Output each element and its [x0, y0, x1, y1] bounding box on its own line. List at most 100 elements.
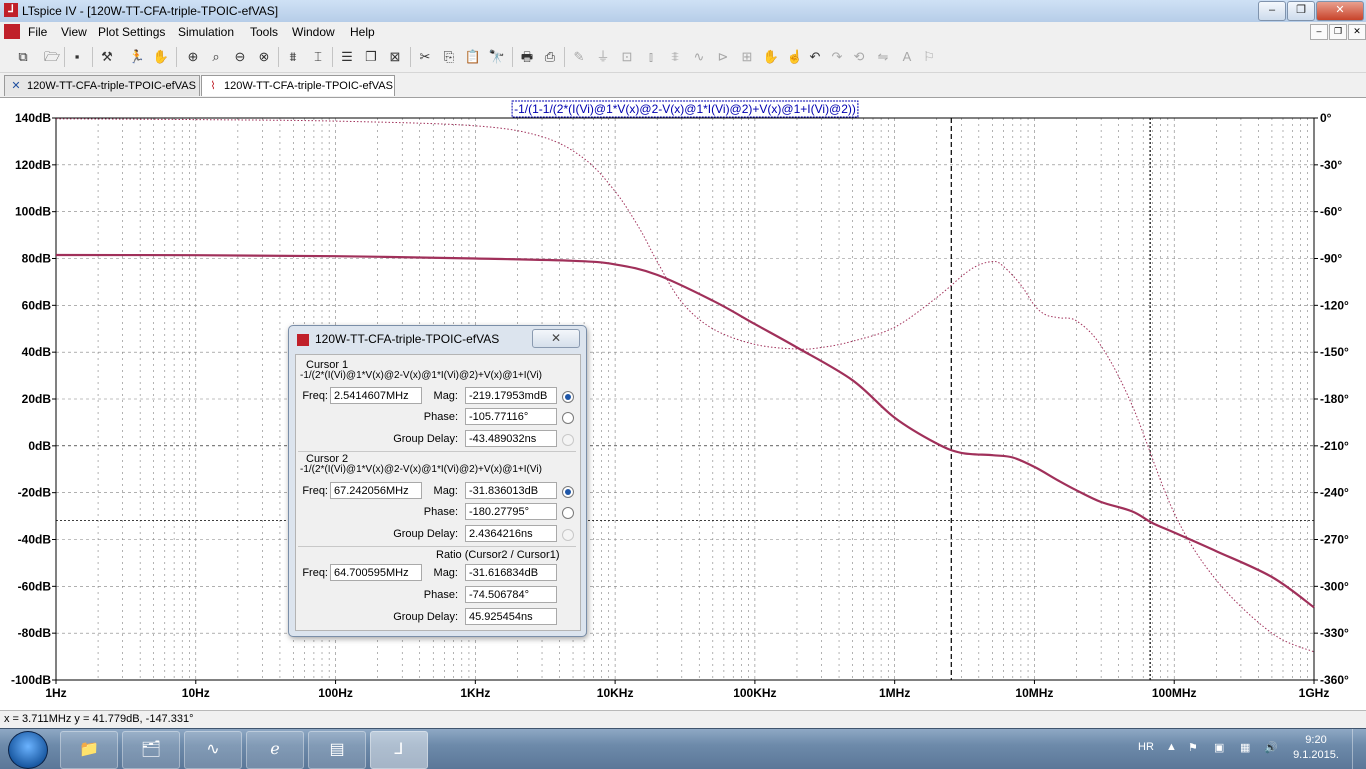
document-icon[interactable] [4, 24, 20, 39]
menu-tools[interactable]: Tools [250, 25, 278, 39]
plot-svg[interactable]: 140dB 120dB 100dB 80dB 60dB 40dB 20dB 0dB -20dB -… [0, 98, 1366, 710]
cursor-dialog[interactable]: 120W-TT-CFA-triple-TPOIC-efVAS ✕ Cursor … [288, 325, 587, 637]
mdi-restore-button[interactable]: ❐ [1329, 24, 1347, 40]
office-icon[interactable]: 🗂 [122, 731, 180, 769]
drag-icon[interactable]: ☝ [786, 48, 804, 66]
ground-icon[interactable]: ⏚ [594, 48, 612, 66]
trace-expression-label[interactable]: -1/(1-1/(2*(I(Vi)@1*V(x)@2-V(x)@1*I(Vi)@… [514, 102, 856, 116]
tray-device-icon[interactable]: ▣ [1214, 741, 1224, 754]
mdi-minimize-button[interactable]: – [1310, 24, 1328, 40]
clock[interactable]: 9:20 9.1.2015. [1288, 733, 1344, 763]
diode-icon[interactable]: ⊳ [714, 48, 732, 66]
control-panel-icon[interactable]: ⚒ [98, 48, 116, 66]
new-schematic-icon[interactable]: ⧉ [14, 48, 32, 66]
cursor2-phase-radio[interactable] [562, 507, 574, 519]
cursor1-group-delay-radio[interactable] [562, 434, 574, 446]
cursor2-group-delay-radio[interactable] [562, 529, 574, 541]
ratio-phase-label: Phase: [423, 589, 458, 601]
cursor2-mag-label: Mag: [433, 485, 458, 497]
spice-directive-icon[interactable]: ⚐ [920, 48, 938, 66]
capacitor-icon[interactable]: ⫾ [642, 48, 660, 66]
run-icon[interactable]: 🏃 [128, 48, 146, 66]
tab-schematic[interactable]: ✕ 120W-TT-CFA-triple-TPOIC-efVAS [4, 75, 200, 96]
ie-icon[interactable]: ℯ [246, 731, 304, 769]
zoom-area-icon[interactable]: ⌕ [207, 48, 225, 66]
ltspice-taskbar-icon[interactable]: ⅃ [370, 731, 428, 769]
magnitude-trace[interactable] [55, 253, 1315, 609]
move-icon[interactable]: ✋ [762, 48, 780, 66]
cursor-icon[interactable]: ⌶ [309, 48, 327, 66]
cut-icon[interactable]: ✂ [416, 48, 434, 66]
mdi-close-button[interactable]: ✕ [1348, 24, 1366, 40]
cursor-position-readout: x = 3.711MHz y = 41.779dB, -147.331° [4, 713, 194, 725]
menu-plot-settings[interactable]: Plot Settings [98, 25, 165, 39]
cursor1-mag-radio[interactable] [562, 391, 574, 403]
tab-waveform[interactable]: ⌇ 120W-TT-CFA-triple-TPOIC-efVAS [201, 75, 395, 96]
menu-window[interactable]: Window [292, 25, 335, 39]
cursor2-freq-field[interactable]: 67.242056MHz [330, 482, 422, 499]
undo-icon[interactable]: ↶ [806, 48, 824, 66]
menu-simulation[interactable]: Simulation [178, 25, 234, 39]
wire-icon[interactable]: ✎ [570, 48, 588, 66]
y2-tick-label: -90° [1320, 252, 1342, 266]
save-icon[interactable]: ▪ [68, 48, 86, 66]
zoom-out-icon[interactable]: ⊖ [231, 48, 249, 66]
cascade-icon[interactable]: ❐ [362, 48, 380, 66]
tray-arrow-icon[interactable]: ▲ [1166, 741, 1177, 753]
tray-network-icon[interactable]: ▦ [1240, 741, 1250, 754]
print-icon[interactable]: 🖶 [518, 48, 536, 66]
tray-flag-icon[interactable]: ⚑ [1188, 741, 1198, 754]
cursor2-phase-label: Phase: [423, 506, 458, 518]
window-title: LTspice IV - [120W-TT-CFA-triple-TPOIC-e… [22, 4, 279, 18]
inductor-icon[interactable]: ∿ [690, 48, 708, 66]
cursor1-phase-label: Phase: [423, 411, 458, 423]
x-tick-label: 1GHz [1299, 686, 1330, 700]
cursor1-freq-field[interactable]: 2.5414607MHz [330, 387, 422, 404]
tile-horizontal-icon[interactable]: ☰ [338, 48, 356, 66]
y-tick-label: -40dB [18, 533, 52, 547]
y-tick-label: 60dB [22, 298, 52, 312]
scope-icon[interactable]: ∿ [184, 731, 242, 769]
dialog-close-button[interactable]: ✕ [532, 329, 580, 348]
text-icon[interactable]: A [898, 48, 916, 66]
close-window-icon[interactable]: ⊠ [386, 48, 404, 66]
language-indicator[interactable]: HR [1138, 741, 1154, 753]
tray-volume-icon[interactable]: 🔊 [1264, 741, 1278, 754]
label-icon[interactable]: ⊡ [618, 48, 636, 66]
waveform-plot[interactable]: 140dB 120dB 100dB 80dB 60dB 40dB 20dB 0dB -20dB -… [0, 98, 1366, 710]
resistor-icon[interactable]: ⩨ [666, 48, 684, 66]
find-icon[interactable]: 🔭 [488, 48, 506, 66]
y2-tick-label: -60° [1320, 205, 1342, 219]
component-icon[interactable]: ⊞ [738, 48, 756, 66]
rotate-icon[interactable]: ⟲ [850, 48, 868, 66]
pan-icon[interactable]: ✋ [152, 48, 170, 66]
ltspice-icon[interactable]: ⅃ [4, 3, 18, 17]
close-button[interactable]: ✕ [1316, 1, 1364, 21]
cursor1-phase-radio[interactable] [562, 412, 574, 424]
minimize-button[interactable]: – [1258, 1, 1286, 21]
menu-bar: File View Plot Settings Simulation Tools… [0, 22, 1366, 42]
y2-tick-label: -300° [1320, 579, 1349, 593]
phase-trace[interactable] [55, 118, 1315, 653]
redo-icon[interactable]: ↷ [828, 48, 846, 66]
paste-icon[interactable]: 📋 [464, 48, 482, 66]
menu-help[interactable]: Help [350, 25, 375, 39]
menu-file[interactable]: File [28, 25, 47, 39]
start-button[interactable] [8, 731, 48, 769]
show-desktop-button[interactable] [1352, 729, 1366, 769]
maximize-button[interactable]: ❐ [1287, 1, 1315, 21]
autorange-icon[interactable]: ⩩ [284, 48, 302, 66]
tab-label: 120W-TT-CFA-triple-TPOIC-efVAS [27, 80, 196, 92]
cursor2-mag-radio[interactable] [562, 486, 574, 498]
y-tick-label: 120dB [15, 158, 51, 172]
copy-icon[interactable]: ⎘ [440, 48, 458, 66]
presentation-icon[interactable]: ▤ [308, 731, 366, 769]
x-tick-label: 100Hz [318, 686, 353, 700]
mirror-icon[interactable]: ⇋ [874, 48, 892, 66]
open-icon[interactable]: 🗁 [43, 48, 61, 66]
explorer-icon[interactable]: 📁 [60, 731, 118, 769]
print-preview-icon[interactable]: ⎙ [541, 48, 559, 66]
menu-view[interactable]: View [61, 25, 87, 39]
zoom-in-icon[interactable]: ⊕ [184, 48, 202, 66]
zoom-fit-icon[interactable]: ⊗ [255, 48, 273, 66]
